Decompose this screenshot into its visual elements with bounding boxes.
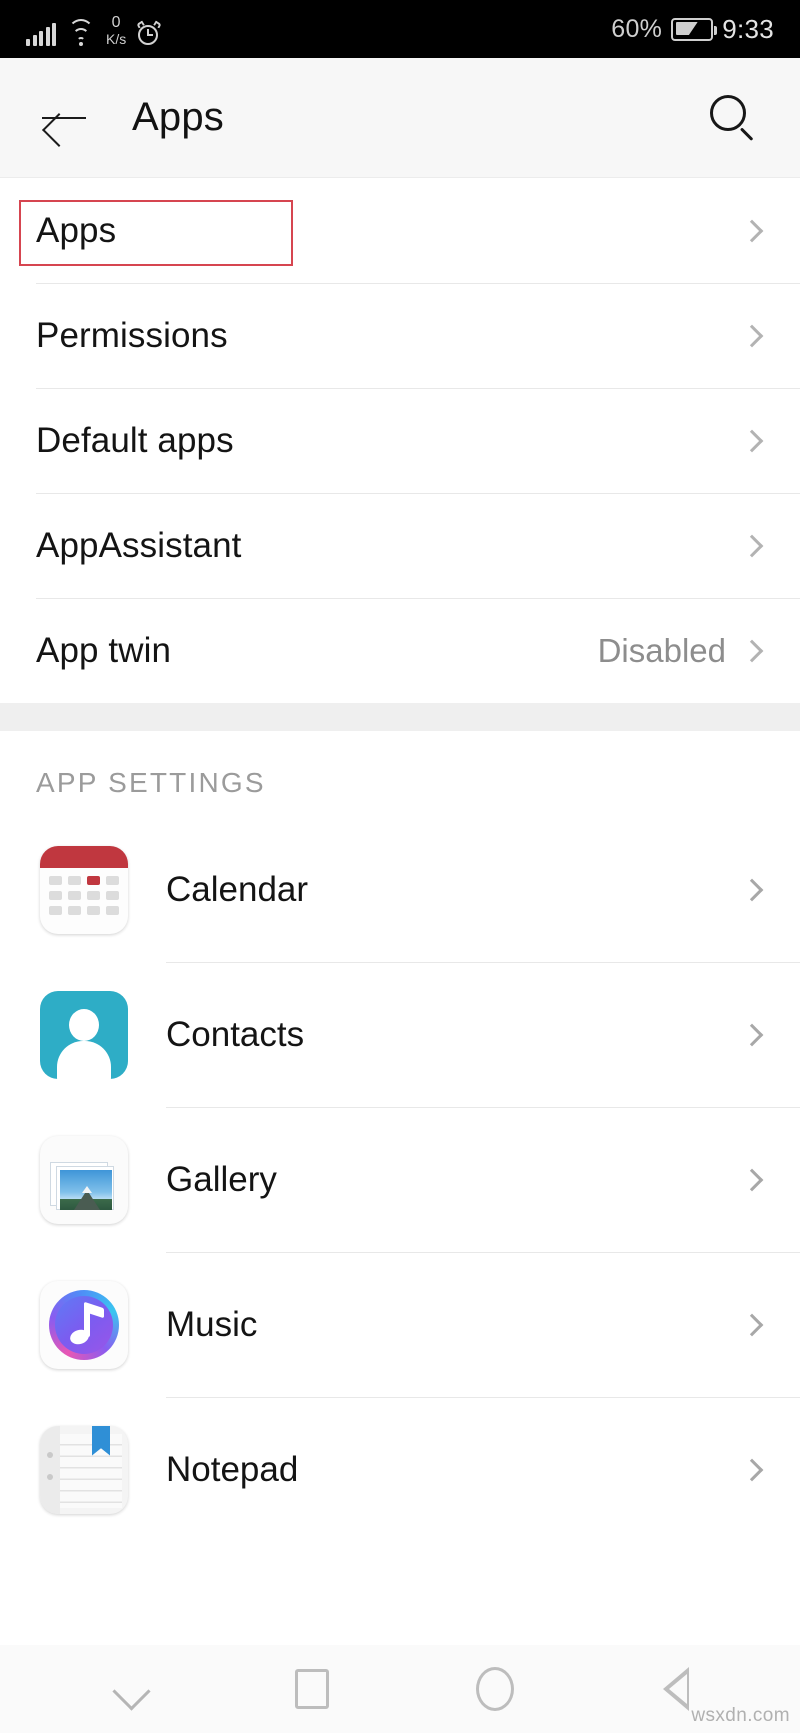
app-row-contacts[interactable]: Contacts	[0, 962, 800, 1107]
settings-row-value: Disabled	[597, 631, 726, 669]
section-divider	[0, 703, 800, 731]
settings-row-label: Permissions	[36, 315, 228, 355]
battery-percent: 60%	[611, 14, 663, 43]
signal-icon	[26, 22, 56, 46]
app-row-label: Contacts	[166, 1014, 305, 1054]
settings-row-default-apps[interactable]: Default apps	[0, 388, 800, 493]
settings-row-label: App twin	[36, 630, 172, 670]
back-arrow-icon[interactable]	[36, 90, 92, 146]
app-row-gallery[interactable]: Gallery	[0, 1107, 800, 1252]
status-bar-right: 60% 9:33	[611, 14, 774, 45]
chevron-right-icon	[740, 219, 764, 242]
chevron-down-icon[interactable]	[114, 1672, 148, 1706]
notepad-icon	[40, 1425, 128, 1514]
search-icon[interactable]	[706, 91, 760, 145]
watermark: wsxdn.com	[691, 1705, 790, 1726]
back-triangle-icon[interactable]	[661, 1667, 689, 1711]
chevron-right-icon	[740, 429, 764, 452]
navigation-bar	[0, 1645, 800, 1733]
network-speed-unit: K/s	[106, 31, 127, 47]
settings-row-label: Default apps	[36, 420, 234, 460]
clock-time: 9:33	[722, 13, 774, 44]
app-row-notepad[interactable]: Notepad	[0, 1397, 800, 1542]
network-speed-value: 0	[111, 14, 121, 31]
page-title: Apps	[132, 95, 224, 139]
chevron-right-icon	[740, 324, 764, 347]
app-settings-list: Calendar Contacts Gallery Music Notepad	[0, 817, 800, 1542]
settings-list: Apps Permissions Default apps AppAssista…	[0, 178, 800, 703]
chevron-right-icon	[740, 1313, 764, 1336]
chevron-right-icon	[740, 1458, 764, 1481]
gallery-icon	[40, 1135, 128, 1224]
chevron-right-icon	[740, 1168, 764, 1191]
chevron-right-icon	[740, 639, 764, 662]
calendar-icon	[40, 845, 128, 934]
network-speed-icon: 0 K/s	[106, 14, 127, 47]
app-row-label: Gallery	[166, 1159, 277, 1199]
status-bar-left: 0 K/s	[26, 12, 163, 47]
app-bar: Apps	[0, 58, 800, 178]
home-circle-icon[interactable]	[475, 1667, 514, 1711]
chevron-right-icon	[740, 878, 764, 901]
settings-row-label: AppAssistant	[36, 525, 242, 565]
alarm-icon	[136, 20, 163, 46]
contacts-icon	[40, 990, 128, 1079]
app-row-label: Calendar	[166, 869, 309, 909]
section-title-app-settings: APP SETTINGS	[0, 731, 800, 817]
chevron-right-icon	[740, 534, 764, 557]
settings-row-appassistant[interactable]: AppAssistant	[0, 493, 800, 598]
battery-icon	[671, 17, 718, 41]
app-row-calendar[interactable]: Calendar	[0, 817, 800, 962]
settings-row-apps[interactable]: Apps	[0, 178, 800, 283]
app-row-music[interactable]: Music	[0, 1252, 800, 1397]
status-bar: 0 K/s 60% 9:33	[0, 0, 800, 58]
recents-square-icon[interactable]	[294, 1669, 329, 1709]
app-row-label: Music	[166, 1304, 258, 1344]
app-row-label: Notepad	[166, 1449, 299, 1489]
wifi-icon	[67, 19, 95, 46]
chevron-right-icon	[740, 1023, 764, 1046]
music-icon	[40, 1280, 128, 1369]
settings-row-label: Apps	[36, 210, 117, 250]
settings-row-app-twin[interactable]: App twin Disabled	[0, 598, 800, 703]
settings-row-permissions[interactable]: Permissions	[0, 283, 800, 388]
